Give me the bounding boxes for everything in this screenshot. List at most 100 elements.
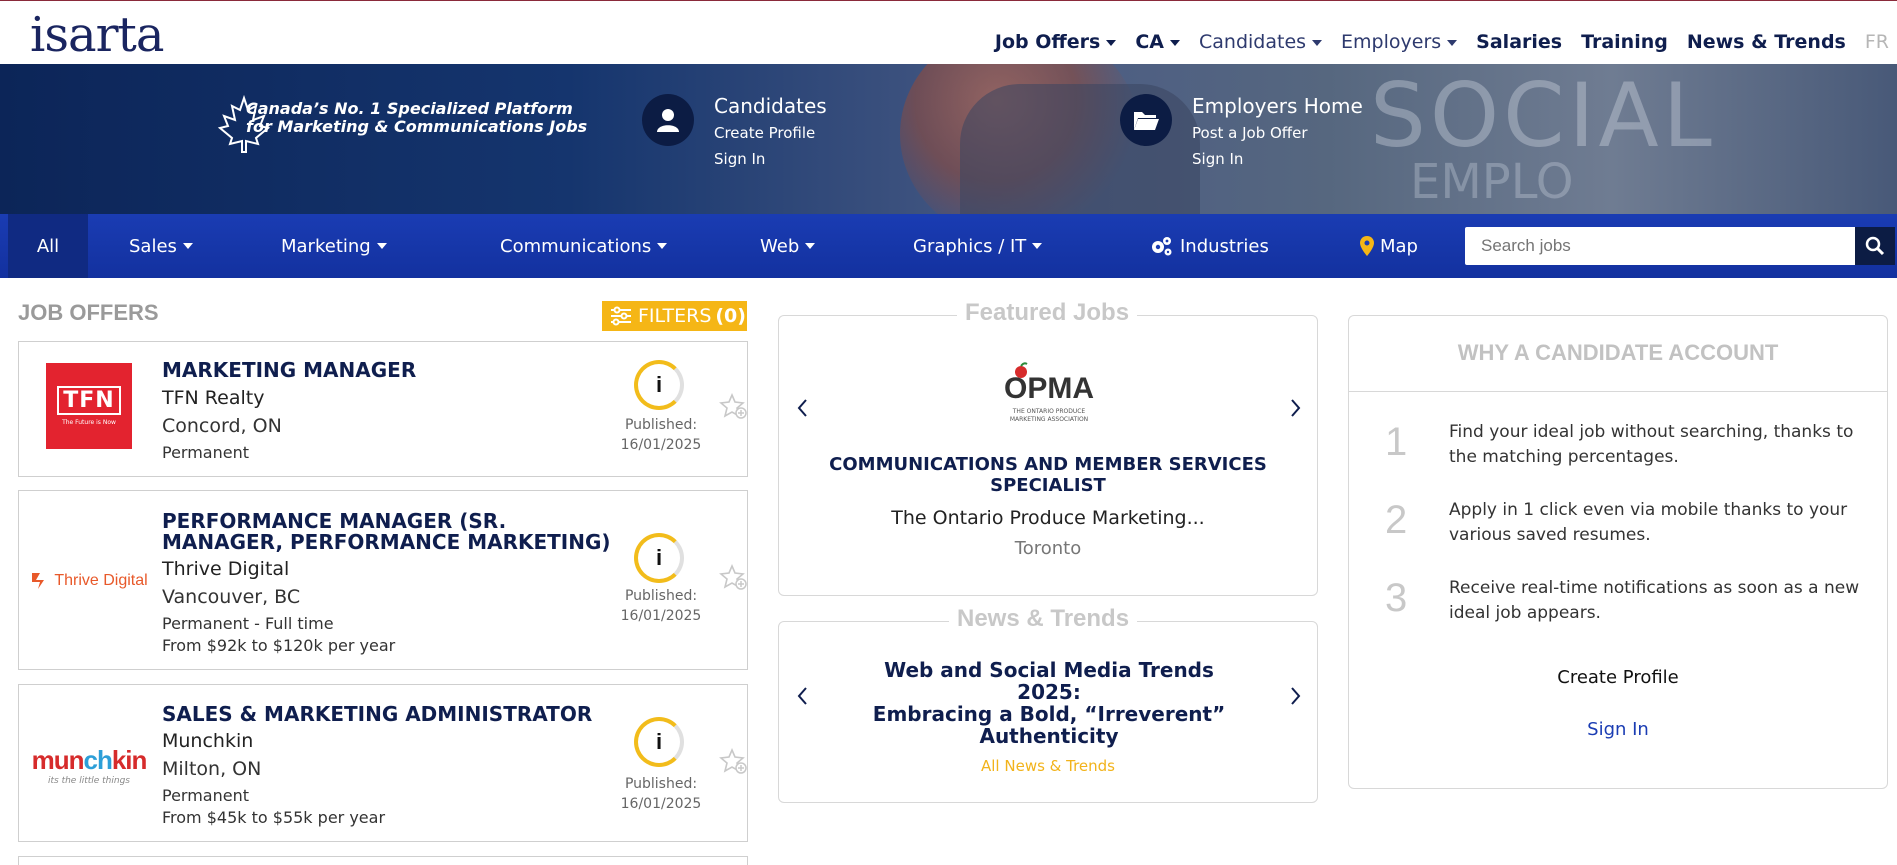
chevron-left-icon[interactable] — [795, 684, 811, 708]
benefit-number: 3 — [1385, 576, 1408, 620]
match-indicator[interactable]: i — [634, 360, 684, 410]
category-graphics-it[interactable]: Graphics / IT — [913, 214, 1043, 278]
nav-job-offers[interactable]: Job Offers — [995, 31, 1117, 53]
filters-button[interactable]: FILTERS (0) — [602, 301, 747, 331]
category-web[interactable]: Web — [760, 214, 816, 278]
benefit-text: Receive real-time notifications as soon … — [1449, 578, 1860, 623]
hero-tagline: Canada’s No. 1 Specialized Platform for … — [216, 94, 588, 153]
category-communications[interactable]: Communications — [500, 214, 668, 278]
featured-jobs-heading: Featured Jobs — [957, 299, 1138, 327]
published-label: Published: — [624, 588, 698, 604]
hero-candidate-sign-in-link[interactable]: Sign In — [714, 150, 765, 168]
job-salary: From $45k to $55k per year — [162, 808, 386, 827]
nav-news-trends[interactable]: News & Trends — [1687, 31, 1846, 53]
nav-salaries[interactable]: Salaries — [1476, 31, 1562, 53]
job-search-box — [1465, 227, 1865, 265]
job-card[interactable]: Thrive Digital PERFORMANCE MANAGER (SR. … — [18, 490, 748, 670]
published-label: Published: — [624, 417, 698, 433]
featured-jobs-panel: Featured Jobs OPMA THE ONTARIO PRODUCE M… — [778, 299, 1318, 596]
company-name: TFN Realty — [162, 387, 265, 409]
folder-open-icon — [1120, 94, 1172, 146]
job-card[interactable]: munchkin munchkin its the little things … — [18, 684, 748, 842]
job-card[interactable]: TFN The Future is Now MARKETING MANAGER … — [18, 341, 748, 477]
gears-icon — [1152, 237, 1172, 256]
filters-count: (0) — [715, 305, 746, 327]
chevron-right-icon[interactable] — [1287, 684, 1303, 708]
featured-company: The Ontario Produce Marketing... — [891, 507, 1205, 529]
all-news-link[interactable]: All News & Trends — [779, 757, 1317, 775]
job-title[interactable]: MARKETING MANAGER — [162, 360, 622, 381]
category-marketing[interactable]: Marketing — [281, 214, 387, 278]
job-search-input[interactable] — [1465, 227, 1845, 265]
hero-chalkboard-text: SOCIAL — [1370, 64, 1716, 167]
job-title[interactable]: SALES & MARKETING ADMINISTRATOR — [162, 704, 622, 725]
nav-employers[interactable]: Employers — [1341, 31, 1458, 53]
sign-in-link[interactable]: Sign In — [1349, 719, 1887, 740]
published-date: 16/01/2025 — [620, 437, 702, 453]
hero-create-profile-link[interactable]: Create Profile — [714, 124, 815, 142]
job-location: Vancouver, BC — [162, 586, 301, 608]
news-trends-panel: News & Trends Web and Social Media Trend… — [778, 605, 1318, 803]
map-pin-icon — [1360, 236, 1374, 256]
nav-candidates[interactable]: Candidates — [1199, 31, 1323, 53]
featured-job-title[interactable]: COMMUNICATIONS AND MEMBER SERVICES SPECI… — [779, 454, 1317, 496]
hero-post-job-link[interactable]: Post a Job Offer — [1192, 124, 1308, 142]
chevron-down-icon — [657, 243, 668, 249]
why-candidate-account-panel: WHY A CANDIDATE ACCOUNT 1 Find your idea… — [1348, 315, 1888, 789]
chevron-down-icon — [1312, 39, 1323, 46]
thrive-digital-mark — [32, 573, 45, 589]
category-sales[interactable]: Sales — [129, 214, 193, 278]
hero-candidates-title[interactable]: Candidates — [714, 94, 827, 118]
category-bar: All Sales Marketing Communications Web G… — [0, 214, 1897, 278]
benefit-number: 2 — [1385, 498, 1408, 542]
hero-employer-sign-in-link[interactable]: Sign In — [1192, 150, 1243, 168]
favorite-star-icon[interactable] — [719, 392, 749, 422]
opma-logo: OPMA THE ONTARIO PRODUCE MARKETING ASSOC… — [999, 362, 1099, 430]
isarta-logo[interactable]: isarta — [30, 7, 164, 63]
job-card-partial[interactable] — [18, 856, 748, 865]
benefit-text: Apply in 1 click even via mobile thanks … — [1449, 500, 1848, 545]
company-logo-tfn: TFN The Future is Now — [19, 362, 159, 450]
job-offers-heading: JOB OFFERS — [18, 300, 159, 325]
sliders-icon — [611, 306, 631, 326]
chevron-down-icon — [376, 243, 387, 249]
job-location: Concord, ON — [162, 415, 282, 437]
match-indicator[interactable]: i — [634, 533, 684, 583]
category-industries[interactable]: Industries — [1150, 214, 1269, 278]
category-map[interactable]: Map — [1360, 214, 1418, 278]
chevron-left-icon[interactable] — [795, 396, 811, 420]
published-info: Published: 16/01/2025 — [619, 774, 703, 814]
nav-country[interactable]: CA — [1135, 31, 1180, 53]
divider — [1349, 391, 1887, 392]
tagline-line-1: Canada’s No. 1 Specialized Platform — [246, 99, 573, 118]
job-salary: From $92k to $120k per year — [162, 636, 396, 655]
nav-training[interactable]: Training — [1581, 31, 1668, 53]
tagline-line-2: for Marketing & Communications Jobs — [246, 117, 588, 136]
chevron-down-icon — [182, 243, 193, 249]
benefit-number: 1 — [1385, 420, 1408, 464]
news-article-title[interactable]: Web and Social Media Trends 2025: Embrac… — [849, 659, 1249, 747]
company-logo-thrive-digital: Thrive Digital — [19, 541, 159, 621]
company-name: Thrive Digital — [162, 558, 290, 580]
job-title[interactable]: PERFORMANCE MANAGER (SR. MANAGER, PERFOR… — [162, 511, 622, 553]
create-profile-button[interactable]: Create Profile — [1349, 667, 1887, 688]
category-all[interactable]: All — [8, 214, 88, 278]
search-button[interactable] — [1855, 227, 1895, 265]
chevron-down-icon — [1170, 39, 1180, 46]
favorite-star-icon[interactable] — [719, 747, 749, 777]
why-heading: WHY A CANDIDATE ACCOUNT — [1457, 340, 1779, 365]
favorite-star-icon[interactable] — [719, 563, 749, 593]
hero-employers-title[interactable]: Employers Home — [1192, 94, 1363, 118]
language-toggle-fr[interactable]: FR — [1865, 31, 1889, 53]
chevron-down-icon — [1447, 39, 1458, 46]
benefit-text: Find your ideal job without searching, t… — [1449, 422, 1854, 467]
person-icon — [642, 94, 694, 146]
job-location: Milton, ON — [162, 758, 262, 780]
chevron-right-icon[interactable] — [1287, 396, 1303, 420]
job-type: Permanent — [162, 786, 250, 805]
published-date: 16/01/2025 — [620, 608, 702, 624]
top-navbar: isarta Job Offers CA Candidates Employer… — [0, 0, 1897, 64]
chevron-down-icon — [805, 243, 816, 249]
maple-leaf-icon — [217, 94, 271, 153]
match-indicator[interactable]: i — [634, 717, 684, 767]
